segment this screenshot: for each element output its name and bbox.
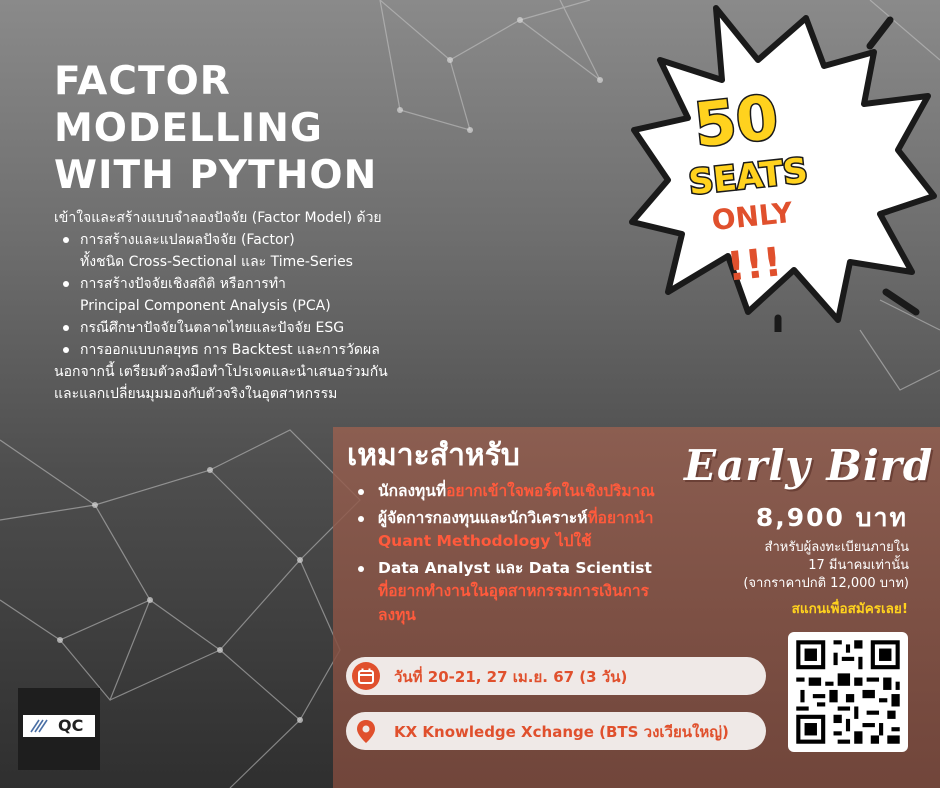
course-description: เข้าใจและสร้างแบบจำลองปัจจัย (Factor Mod… bbox=[54, 207, 454, 405]
event-location: KX Knowledge Xchange (BTS วงเวียนใหญ่) bbox=[394, 723, 729, 741]
qr-code-icon bbox=[796, 640, 900, 744]
audience-text: นักลงทุนที่ bbox=[378, 482, 447, 500]
topic-line: กรณีศึกษาปัจจัยในตลาดไทยและปัจจัย ESG bbox=[80, 320, 345, 336]
topic-line: การสร้างปัจจัยเชิงสถิติ หรือการทำ bbox=[80, 276, 286, 292]
early-bird-label: Early Bird bbox=[684, 441, 934, 490]
audience-list: นักลงทุนที่อยากเข้าใจพอร์ตในเชิงปริมาณ ผ… bbox=[350, 480, 670, 630]
poster: FACTOR MODELLING WITH PYTHON เข้าใจและสร… bbox=[0, 0, 940, 788]
scan-cta: สแกนเพื่อสมัครเลย! bbox=[791, 601, 908, 617]
intro-outro-2: และแลกเปลี่ยนมุมมองกับตัวจริงในอุตสาหกรร… bbox=[54, 386, 338, 402]
badge-exclamation: !!! bbox=[725, 239, 784, 290]
topic-line: Principal Component Analysis (PCA) bbox=[80, 298, 331, 314]
price-note-line: สำหรับผู้ลงทะเบียนภายใน bbox=[764, 540, 909, 555]
topic-line: ทั้งชนิด Cross-Sectional และ Time-Series bbox=[80, 254, 353, 270]
title-line-2: MODELLING bbox=[54, 106, 323, 151]
audience-highlight: ที่อยากทำงานในอุตสาหกรรมการเงินการลงทุน bbox=[378, 582, 649, 624]
qc-logo: QC bbox=[18, 688, 100, 770]
audience-item: Data Analyst และ Data Scientist ที่อยากทำ… bbox=[350, 557, 670, 628]
topic-item: การสร้างและแปลผลปัจจัย (Factor) ทั้งชนิด… bbox=[54, 229, 454, 273]
audience-item: นักลงทุนที่อยากเข้าใจพอร์ตในเชิงปริมาณ bbox=[350, 480, 670, 504]
intro-outro-1: นอกจากนี้ เตรียมตัวลงมือทำโปรเจคและนำเสน… bbox=[54, 364, 388, 380]
title-line-3: WITH PYTHON bbox=[54, 153, 378, 198]
price-note-line: 17 มีนาคมเท่านั้น bbox=[808, 558, 909, 573]
logo-plate: QC bbox=[23, 715, 95, 737]
logo-text: QC bbox=[58, 716, 84, 735]
badge-number: 50 bbox=[691, 83, 781, 161]
audience-item: ผู้จัดการกองทุนและนักวิเคราะห์ที่อยากนำ … bbox=[350, 507, 670, 554]
calendar-icon bbox=[352, 662, 380, 690]
topic-item: กรณีศึกษาปัจจัยในตลาดไทยและปัจจัย ESG bbox=[54, 317, 454, 339]
topic-list: การสร้างและแปลผลปัจจัย (Factor) ทั้งชนิด… bbox=[54, 229, 454, 361]
date-pill: วันที่ 20-21, 27 เม.ย. 67 (3 วัน) bbox=[346, 657, 766, 695]
audience-text: ผู้จัดการกองทุนและนักวิเคราะห์ bbox=[378, 508, 588, 527]
title-line-1: FACTOR bbox=[54, 59, 231, 104]
audience-text: Data Analyst และ Data Scientist bbox=[378, 558, 652, 577]
topic-line: การสร้างและแปลผลปัจจัย (Factor) bbox=[80, 232, 295, 248]
qr-code[interactable] bbox=[788, 632, 908, 752]
seats-badge: 50 SEATS ONLY !!! bbox=[629, 5, 937, 332]
price-note-line: (จากราคาปกติ 12,000 บาท) bbox=[743, 576, 909, 591]
topic-line: การออกแบบกลยุทธ การ Backtest และการวัดผล bbox=[80, 342, 380, 358]
logo-mark-icon bbox=[30, 719, 48, 733]
price-note: สำหรับผู้ลงทะเบียนภายใน 17 มีนาคมเท่านั้… bbox=[669, 539, 909, 593]
price: 8,900 บาท bbox=[755, 503, 908, 532]
audience-highlight: อยากเข้าใจพอร์ตในเชิงปริมาณ bbox=[446, 482, 655, 500]
topic-item: การสร้างปัจจัยเชิงสถิติ หรือการทำ Princi… bbox=[54, 273, 454, 317]
intro-lead: เข้าใจและสร้างแบบจำลองปัจจัย (Factor Mod… bbox=[54, 210, 382, 226]
event-date: วันที่ 20-21, 27 เม.ย. 67 (3 วัน) bbox=[394, 668, 628, 686]
course-title: FACTOR MODELLING WITH PYTHON bbox=[54, 58, 377, 199]
map-pin-icon bbox=[357, 720, 375, 743]
topic-item: การออกแบบกลยุทธ การ Backtest และการวัดผล bbox=[54, 339, 454, 361]
audience-heading: เหมาะสำหรับ bbox=[347, 438, 520, 473]
location-pill: KX Knowledge Xchange (BTS วงเวียนใหญ่) bbox=[346, 712, 766, 750]
